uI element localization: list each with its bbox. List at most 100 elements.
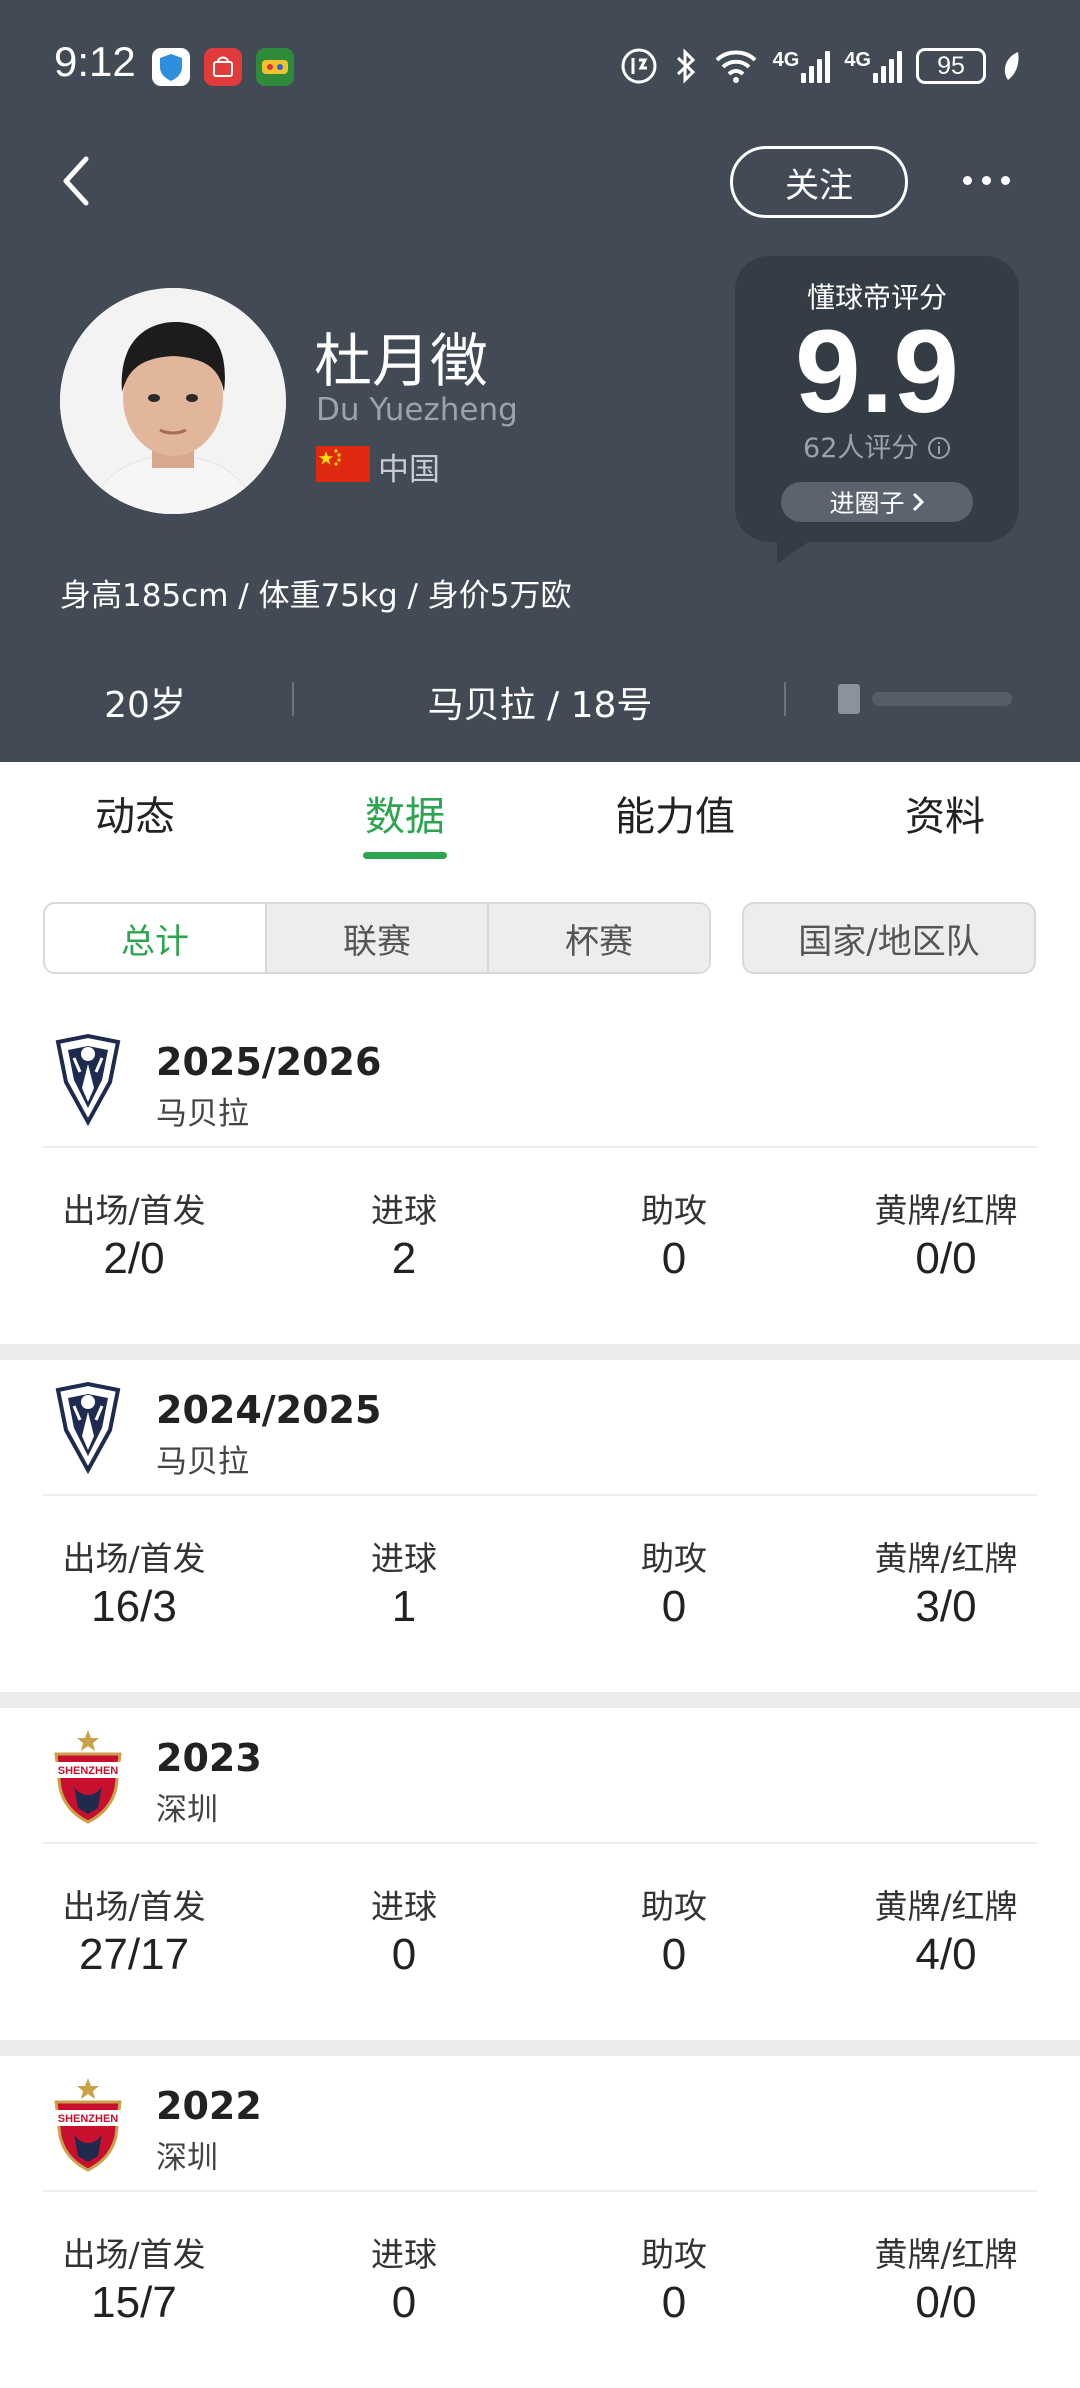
season-year: 2022 [156, 2084, 262, 2128]
chevron-left-icon [63, 156, 89, 206]
signal-bars-icon [801, 49, 831, 83]
stat-value-goals: 2 [391, 1234, 417, 1283]
stat-label-goals: 进球 [371, 1191, 437, 1230]
tab-profile[interactable]: 资料 [845, 784, 1045, 842]
player-country: 中国 [378, 452, 440, 488]
player-avatar[interactable] [60, 288, 286, 514]
season-card[interactable]: 2025/2026 马贝拉 出场/首发 进球 助攻 黄牌/红牌 2/0 2 0 … [0, 1012, 1080, 1344]
season-club: 马贝拉 [156, 1096, 249, 1132]
section-gap [0, 1692, 1080, 1708]
divider [292, 682, 294, 716]
battery-indicator: 95 [916, 48, 986, 84]
status-time: 9:12 [54, 38, 136, 85]
section-gap [0, 2040, 1080, 2056]
tab-ability[interactable]: 能力值 [575, 784, 775, 842]
player-info-row: 20岁 马贝拉 / 18号 [0, 668, 1080, 730]
stat-label-cards: 黄牌/红牌 [874, 2235, 1018, 2274]
huawei-app-icon [204, 48, 242, 86]
stat-value-cards: 0/0 [915, 1234, 977, 1283]
stat-value-cards: 4/0 [915, 1930, 977, 1979]
china-flag-icon [316, 446, 370, 482]
follow-button[interactable]: 关注 [730, 146, 908, 218]
stat-label-apps: 出场/首发 [62, 1887, 206, 1926]
season-year: 2023 [156, 1736, 262, 1780]
marbella-crest-icon [50, 1032, 126, 1128]
status-icons: 4G 4G 95 [619, 44, 1022, 88]
stat-label-assists: 助攻 [641, 1887, 707, 1926]
player-header: 9:12 4G 4G 95 关注 杜月徵 Du Yuezheng 中国 懂球帝评… [0, 0, 1080, 762]
season-club: 深圳 [156, 1792, 218, 1828]
filter-national-team[interactable]: 国家/地区队 [742, 902, 1036, 974]
marbella-crest-icon [50, 1380, 126, 1476]
stat-value-goals: 1 [391, 1582, 417, 1631]
rating-card: 懂球帝评分 9.9 62人评分 进圈子 [735, 256, 1019, 564]
season-card[interactable]: 2024/2025 马贝拉 出场/首发 进球 助攻 黄牌/红牌 16/3 1 0… [0, 1360, 1080, 1692]
season-card[interactable]: SHENZHEN 2022 深圳 出场/首发 进球 助攻 黄牌/红牌 15/7 … [0, 2056, 1080, 2388]
status-bar: 9:12 4G 4G 95 [0, 0, 1080, 130]
stat-label-assists: 助攻 [641, 2235, 707, 2274]
rating-count-label: 62人评分 [803, 433, 919, 464]
chevron-right-icon [912, 492, 924, 512]
stat-value-assists: 0 [661, 1582, 687, 1631]
tab-data[interactable]: 数据 [305, 784, 505, 842]
stat-value-apps: 2/0 [103, 1234, 165, 1283]
divider [43, 1842, 1037, 1844]
wifi-icon [715, 50, 757, 83]
stat-value-cards: 0/0 [915, 2278, 977, 2327]
crest-lettering: SHENZHEN [58, 2113, 119, 2125]
leaf-icon [1004, 52, 1019, 80]
stat-value-apps: 16/3 [91, 1582, 177, 1631]
stat-label-assists: 助攻 [641, 1539, 707, 1578]
stat-label-cards: 黄牌/红牌 [874, 1191, 1018, 1230]
shield-app-icon [152, 48, 190, 86]
filter-league[interactable]: 联赛 [265, 904, 487, 972]
divider [784, 682, 786, 716]
signal-2: 4G [844, 49, 902, 83]
stat-value-assists: 0 [661, 1930, 687, 1979]
stat-value-goals: 0 [391, 1930, 417, 1979]
stat-value-apps: 15/7 [91, 2278, 177, 2327]
stat-value-cards: 3/0 [915, 1582, 977, 1631]
section-gap [0, 1344, 1080, 1360]
player-age: 20岁 [104, 685, 186, 726]
season-year: 2025/2026 [156, 1040, 382, 1084]
stat-label-apps: 出场/首发 [62, 1539, 206, 1578]
stat-label-apps: 出场/首发 [62, 2235, 206, 2274]
back-button[interactable] [50, 150, 100, 212]
shenzhen-crest-icon: SHENZHEN [50, 2076, 126, 2172]
rating-count[interactable]: 62人评分 [735, 426, 1019, 465]
join-circle-button[interactable]: 进圈子 [781, 482, 973, 522]
filter-cup[interactable]: 杯赛 [487, 904, 709, 972]
divider [43, 2190, 1037, 2192]
rating-score: 9.9 [794, 306, 960, 438]
season-card[interactable]: SHENZHEN 2023 深圳 出场/首发 进球 助攻 黄牌/红牌 27/17… [0, 1708, 1080, 2040]
stat-label-goals: 进球 [371, 1539, 437, 1578]
network-type-2: 4G [844, 49, 871, 71]
season-club: 深圳 [156, 2140, 218, 2176]
player-club-number[interactable]: 马贝拉 / 18号 [360, 676, 720, 728]
active-tab-indicator [363, 852, 447, 859]
stat-label-assists: 助攻 [641, 1191, 707, 1230]
tab-bar: 动态 数据 能力值 资料 [0, 762, 1080, 862]
more-options-button[interactable] [956, 160, 1016, 200]
player-photo [60, 288, 286, 514]
stat-label-goals: 进球 [371, 2235, 437, 2274]
stat-label-apps: 出场/首发 [62, 1191, 206, 1230]
season-club: 马贝拉 [156, 1444, 249, 1480]
player-name: 杜月徵 [314, 327, 489, 395]
stat-label-cards: 黄牌/红牌 [874, 1887, 1018, 1926]
bluetooth-icon [676, 48, 695, 84]
signal-bars-icon [873, 49, 902, 83]
divider [43, 1494, 1037, 1496]
hd-call-icon [621, 48, 657, 84]
dot [981, 175, 991, 185]
stat-label-goals: 进球 [371, 1887, 437, 1926]
filter-total[interactable]: 总计 [45, 904, 265, 972]
dot [1000, 175, 1010, 185]
network-type-1: 4G [772, 49, 800, 71]
signal-1: 4G [773, 49, 831, 83]
tab-activity[interactable]: 动态 [35, 784, 235, 842]
stat-label-cards: 黄牌/红牌 [874, 1539, 1018, 1578]
season-year: 2024/2025 [156, 1388, 382, 1432]
position-icon [836, 682, 1026, 716]
